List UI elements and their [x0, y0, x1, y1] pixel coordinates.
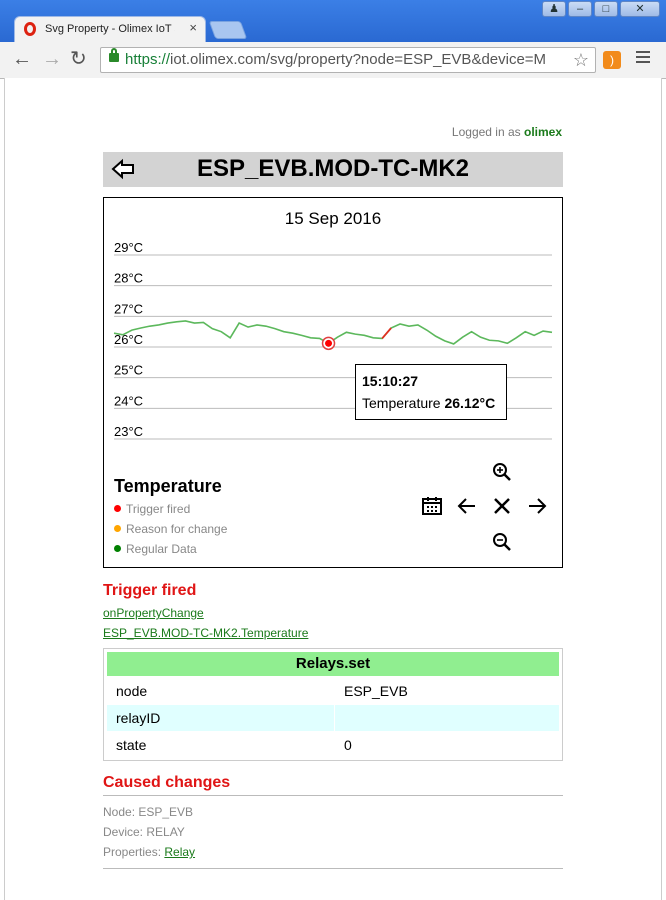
bookmark-star-icon[interactable]: ☆ — [573, 50, 589, 71]
y-tick-label: 25°C — [114, 363, 143, 378]
login-status: Logged in as olimex — [452, 125, 562, 139]
trigger-segment — [381, 327, 392, 339]
legend-label: Trigger fired — [126, 502, 191, 516]
trigger-link-on-property-change[interactable]: onPropertyChange — [103, 606, 204, 620]
table-row: relayID — [107, 705, 559, 731]
forward-button[interactable]: → — [42, 48, 62, 70]
new-tab-button[interactable] — [208, 21, 248, 39]
zoom-out-icon[interactable] — [490, 530, 514, 554]
tab-bar: Svg Property - Olimex IoT Se × ♟ – □ ✕ — [0, 0, 666, 42]
change-properties: Properties: Relay — [103, 845, 195, 859]
menu-icon[interactable] — [636, 51, 650, 66]
divider — [103, 868, 563, 869]
change-device: Device: RELAY — [103, 825, 185, 839]
login-prefix: Logged in as — [451, 125, 524, 139]
window-controls: ♟ – □ ✕ — [542, 1, 660, 17]
address-bar[interactable]: https://iot.olimex.com/svg/property?node… — [100, 47, 596, 73]
zoom-in-icon[interactable] — [490, 460, 514, 484]
reload-button[interactable]: ↻ — [70, 48, 87, 70]
maximize-button[interactable]: □ — [594, 1, 618, 17]
close-window-button[interactable]: ✕ — [620, 1, 660, 17]
legend-trigger-fired: Trigger fired — [114, 502, 190, 516]
page-content: Logged in as olimex ESP_EVB.MOD-TC-MK2 1… — [4, 78, 662, 900]
divider — [103, 795, 563, 796]
legend-regular-data: Regular Data — [114, 542, 197, 556]
tooltip-number: 26.12°C — [444, 395, 496, 411]
orange-dot-icon — [114, 525, 121, 532]
temperature-chart: 15 Sep 2016 29°C 28°C 27°C 26°C 25°C 24°C 23°C… — [103, 197, 563, 568]
title-bar: ESP_EVB.MOD-TC-MK2 — [103, 152, 563, 187]
trigger-link-property[interactable]: ESP_EVB.MOD-TC-MK2.Temperature — [103, 626, 308, 640]
page-title: ESP_EVB.MOD-TC-MK2 — [196, 155, 470, 182]
olimex-favicon-icon — [24, 22, 36, 36]
tooltip-label: Temperature — [362, 395, 445, 411]
legend-label: Reason for change — [126, 522, 228, 536]
reset-x-icon[interactable] — [490, 494, 514, 518]
url-path: iot.olimex.com/svg/property?node=ESP_EVB… — [170, 51, 547, 68]
properties-link-relay[interactable]: Relay — [164, 845, 195, 859]
cell-divider — [334, 705, 335, 731]
green-dot-icon — [114, 545, 121, 552]
table-row: node ESP_EVB — [107, 678, 559, 704]
tab-close-icon[interactable]: × — [189, 20, 197, 35]
minimize-button[interactable]: – — [568, 1, 592, 17]
trigger-heading: Trigger fired — [103, 582, 197, 599]
legend-title: Temperature — [114, 476, 222, 496]
row-key: state — [116, 737, 147, 753]
row-value: ESP_EVB — [344, 683, 408, 699]
tooltip-time: 15:10:27 — [362, 373, 419, 389]
tooltip-value: Temperature 26.12°C — [362, 395, 495, 411]
browser-tab[interactable]: Svg Property - Olimex IoT Se × — [14, 16, 206, 42]
highlight-point[interactable] — [325, 339, 333, 347]
y-tick-label: 24°C — [114, 393, 143, 408]
calendar-icon[interactable] — [420, 494, 444, 518]
legend-reason-for-change: Reason for change — [114, 522, 227, 536]
rss-icon[interactable]: ) — [603, 51, 621, 69]
change-node: Node: ESP_EVB — [103, 805, 194, 819]
next-arrow-icon[interactable] — [525, 494, 549, 518]
red-dot-icon — [114, 505, 121, 512]
chart-plot[interactable]: 29°C28°C27°C26°C25°C24°C23°C — [104, 228, 562, 488]
row-value: 0 — [344, 737, 352, 753]
y-tick-label: 27°C — [114, 301, 143, 316]
previous-arrow-icon[interactable] — [455, 494, 479, 518]
browser-toolbar: ← → ↻ https://iot.olimex.com/svg/propert… — [0, 42, 666, 79]
tab-title: Svg Property - Olimex IoT Se — [45, 23, 175, 35]
chart-date: 15 Sep 2016 — [284, 209, 382, 228]
y-tick-label: 28°C — [114, 271, 143, 286]
table-row: state 0 — [107, 732, 559, 758]
caused-changes-heading: Caused changes — [103, 774, 231, 791]
login-user[interactable]: olimex — [524, 125, 562, 139]
back-button[interactable]: ← — [12, 48, 32, 70]
legend-label: Regular Data — [126, 542, 197, 556]
row-key: node — [116, 683, 148, 699]
chart-tooltip: 15:10:27 Temperature 26.12°C — [355, 364, 507, 420]
url-scheme: https:// — [125, 51, 171, 68]
url-text[interactable]: https://iot.olimex.com/svg/property?node… — [125, 51, 567, 68]
y-tick-label: 29°C — [114, 240, 143, 255]
relays-table-title: Relays.set — [107, 652, 559, 676]
y-tick-label: 23°C — [114, 424, 143, 439]
relays-set-table: Relays.set node ESP_EVB relayID state 0 — [103, 648, 563, 761]
lock-icon — [109, 48, 119, 62]
properties-label: Properties: — [103, 845, 165, 859]
user-icon[interactable]: ♟ — [542, 1, 566, 17]
row-key: relayID — [116, 710, 161, 726]
